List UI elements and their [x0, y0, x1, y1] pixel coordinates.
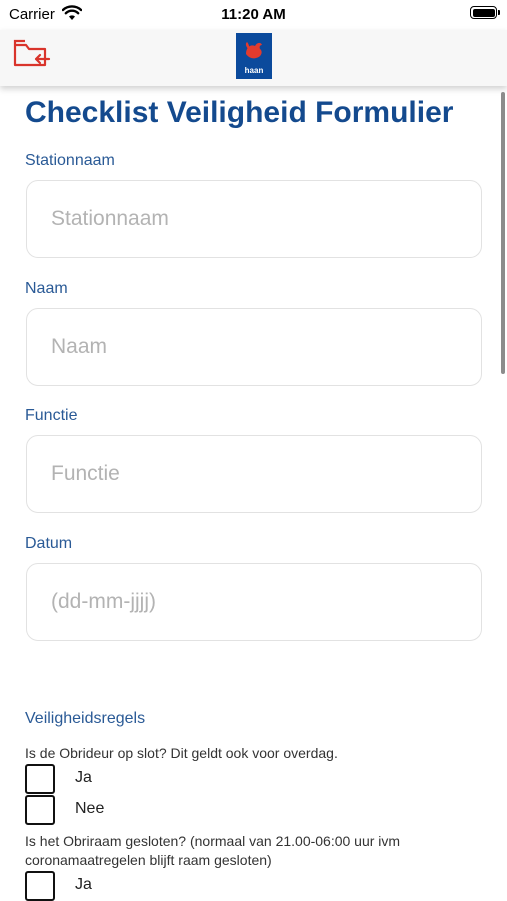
datum-input[interactable] — [26, 563, 482, 641]
checkbox[interactable] — [25, 795, 55, 825]
logo-text: haan — [244, 66, 264, 75]
scroll-indicator[interactable] — [501, 92, 505, 374]
naam-input[interactable] — [26, 308, 482, 386]
folder-return-button[interactable] — [12, 37, 52, 71]
functie-input[interactable] — [26, 435, 482, 513]
option-label: Nee — [75, 800, 105, 817]
battery-icon — [470, 6, 500, 19]
clock: 11:20 AM — [221, 6, 286, 23]
naam-label: Naam — [25, 280, 68, 297]
stationnaam-input[interactable] — [26, 180, 482, 258]
folder-return-icon — [13, 39, 51, 67]
question-obrideur: Is de Obrideur op slot? Dit geldt ook vo… — [25, 745, 338, 761]
option-label: Ja — [75, 876, 92, 893]
question-obriraam: Is het Obriraam gesloten? (normaal van 2… — [25, 833, 401, 868]
rooster-icon — [245, 42, 262, 59]
veiligheidsregels-heading: Veiligheidsregels — [25, 710, 146, 727]
checkbox[interactable] — [25, 764, 55, 794]
checkbox[interactable] — [25, 871, 55, 901]
haan-logo: haan — [236, 33, 272, 79]
page-title: Checklist Veiligheid Formulier — [25, 96, 454, 129]
datum-label: Datum — [25, 535, 73, 552]
functie-label: Functie — [25, 407, 78, 424]
status-bar: Carrier 11:20 AM — [0, 0, 507, 30]
option-label: Ja — [75, 769, 92, 786]
navigation-bar: haan — [0, 30, 507, 86]
stationnaam-label: Stationnaam — [25, 152, 115, 169]
